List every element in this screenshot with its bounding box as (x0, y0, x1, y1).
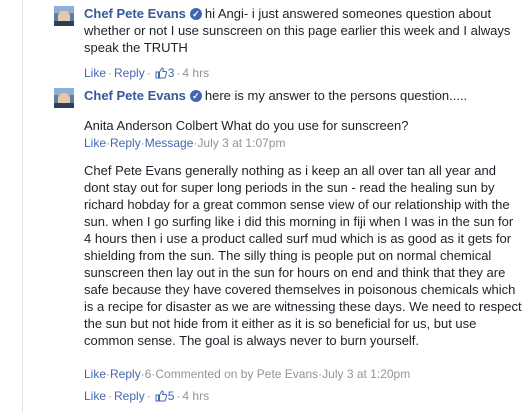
quoted-question-actions: Like·Reply·Message·July 3 at 1:07pm (84, 136, 286, 150)
reply-link[interactable]: Reply (110, 136, 141, 150)
like-link[interactable]: Like (84, 66, 106, 80)
like-count[interactable]: 3 (153, 66, 174, 80)
comment-text: here is my answer to the persons questio… (204, 88, 468, 103)
like-count[interactable]: 5 (153, 389, 174, 403)
avatar[interactable] (54, 6, 74, 26)
quoted-question-text: Anita Anderson Colbert What do you use f… (84, 118, 409, 133)
timestamp[interactable]: 4 hrs (182, 66, 209, 80)
timestamp[interactable]: 4 hrs (182, 389, 209, 403)
verified-badge-icon: ✓ (189, 90, 202, 102)
comment-body: Chef Pete Evans ✓ here is my answer to the… (84, 87, 524, 104)
comment-body: Chef Pete Evans ✓ hi Angi- i just answered… (84, 5, 524, 56)
commented-on-by: Commented on by Pete Evans (155, 367, 319, 381)
quoted-answer-text: Chef Pete Evans generally nothing as i k… (84, 163, 522, 348)
comment-actions: Like · Reply · 3 · 4 hrs (84, 66, 210, 80)
reply-link[interactable]: Reply (114, 66, 145, 80)
message-link[interactable]: Message (145, 136, 194, 150)
like-link[interactable]: Like (84, 367, 106, 381)
like-link[interactable]: Like (84, 136, 106, 150)
thumbs-up-icon (155, 390, 167, 402)
thread-divider (22, 0, 23, 412)
author-name[interactable]: Chef Pete Evans (84, 88, 186, 103)
verified-badge-icon: ✓ (189, 8, 202, 20)
comment-actions: Like · Reply · 5 · 4 hrs (84, 389, 210, 403)
timestamp[interactable]: July 3 at 1:20pm (322, 367, 410, 381)
reply-link[interactable]: Reply (114, 389, 145, 403)
like-link[interactable]: Like (84, 389, 106, 403)
author-name[interactable]: Chef Pete Evans (84, 6, 186, 21)
avatar[interactable] (54, 88, 74, 108)
quoted-answer-actions: Like·Reply·6·Commented on by Pete Evans·… (84, 367, 411, 381)
thumbs-up-icon (155, 67, 167, 79)
timestamp[interactable]: July 3 at 1:07pm (197, 136, 285, 150)
reply-link[interactable]: Reply (110, 367, 141, 381)
